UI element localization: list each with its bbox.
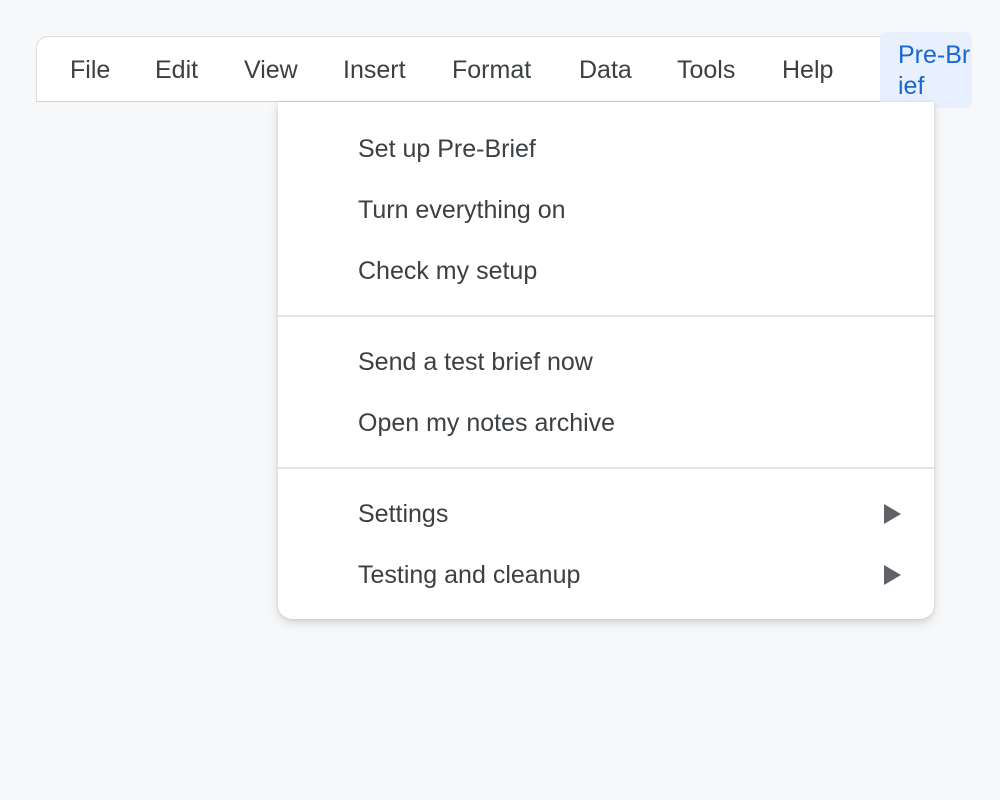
menu-item-label: Testing and cleanup: [358, 561, 581, 589]
menu-item-settings[interactable]: Settings: [278, 486, 934, 542]
menu-item-label: Open my notes archive: [358, 409, 616, 437]
menu-item-check-my-setup[interactable]: Check my setup: [278, 243, 934, 299]
menu-tools[interactable]: Tools: [677, 37, 735, 103]
menu-item-label: Settings: [358, 500, 449, 528]
menu-bar: File Edit View Insert Format Data Tools …: [36, 32, 972, 108]
menu-item-testing-and-cleanup[interactable]: Testing and cleanup: [278, 547, 934, 603]
submenu-arrow-icon: [884, 565, 901, 585]
menu-item-label: Send a test brief now: [358, 348, 593, 376]
menu-insert[interactable]: Insert: [343, 37, 406, 103]
menu-file[interactable]: File: [70, 37, 110, 103]
menu-item-set-up-pre-brief[interactable]: Set up Pre-Brief: [278, 121, 934, 177]
menu-item-label: Set up Pre-Brief: [358, 135, 536, 163]
menu-divider: [278, 315, 934, 317]
menu-item-label: Turn everything on: [358, 196, 566, 224]
menu-view[interactable]: View: [244, 37, 298, 103]
pre-brief-dropdown-menu: Set up Pre-Brief Turn everything on Chec…: [278, 102, 934, 619]
menu-item-label: Check my setup: [358, 257, 538, 285]
menu-data[interactable]: Data: [579, 37, 632, 103]
menu-item-open-notes-archive[interactable]: Open my notes archive: [278, 395, 934, 451]
menu-format[interactable]: Format: [452, 37, 531, 103]
menu-divider: [278, 467, 934, 469]
menu-item-send-test-brief[interactable]: Send a test brief now: [278, 334, 934, 390]
menu-pre-brief[interactable]: Pre-Brief: [880, 32, 972, 108]
menu-item-turn-everything-on[interactable]: Turn everything on: [278, 182, 934, 238]
menu-help[interactable]: Help: [782, 37, 833, 103]
submenu-arrow-icon: [884, 504, 901, 524]
menu-edit[interactable]: Edit: [155, 37, 198, 103]
